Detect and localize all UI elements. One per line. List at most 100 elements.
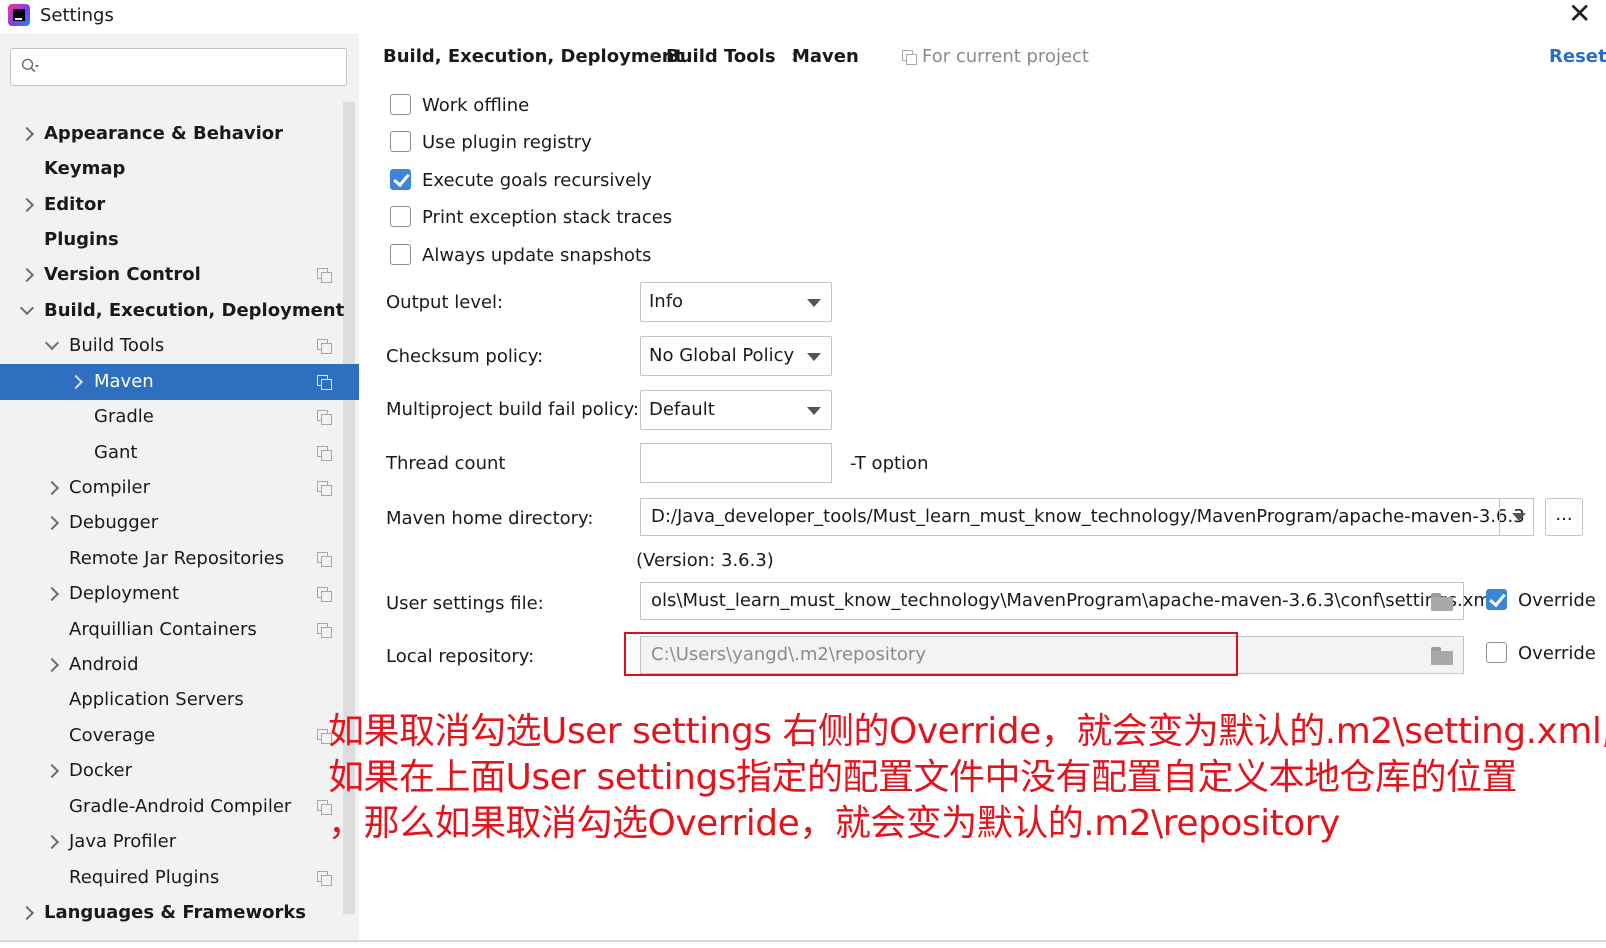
input-value: ols\Must_learn_must_know_technology\Mave… [651,590,1496,611]
chevron-right-icon[interactable] [20,895,34,931]
sidebar-item-label: Deployment [69,583,180,604]
chevron-right-icon[interactable] [20,257,34,293]
sidebar-item-arquillian-containers[interactable]: Arquillian Containers [0,612,359,648]
sidebar-item-gant[interactable]: Gant [0,435,359,471]
checksum-policy-label: Checksum policy: [386,346,544,367]
sidebar-item-languages-frameworks[interactable]: Languages & Frameworks [0,895,359,931]
chevron-down-icon[interactable] [20,293,34,329]
sidebar-item-java-profiler[interactable]: Java Profiler [0,824,359,860]
dropdown-arrow-icon[interactable] [1512,513,1526,521]
sidebar-item-gradle-android-compiler[interactable]: Gradle-Android Compiler [0,789,359,825]
sidebar-item-gradle[interactable]: Gradle [0,399,359,435]
sidebar-item-plugins[interactable]: Plugins [0,222,359,258]
annotation-line-1: 如果取消勾选User settings 右侧的Override，就会变为默认的.… [328,711,1606,752]
user-settings-input[interactable]: ols\Must_learn_must_know_technology\Mave… [640,582,1496,620]
sidebar-item-label: Java Profiler [69,831,177,852]
chevron-right-icon[interactable] [45,824,59,860]
checkbox-box[interactable] [390,131,411,152]
sidebar-item-required-plugins[interactable]: Required Plugins [0,860,359,896]
checkbox-box[interactable] [390,206,411,227]
maven-home-combo[interactable]: D:/Java_developer_tools/Must_learn_must_… [640,498,1534,536]
chevron-right-icon[interactable] [20,187,34,223]
project-scope-icon [317,410,332,425]
search-input[interactable] [10,48,347,86]
breadcrumb-item[interactable]: Build, Execution, Deployment [383,46,683,67]
chevron-right-icon[interactable] [45,505,59,541]
dropdown-arrow-icon [807,407,821,415]
checkbox-box[interactable] [390,244,411,265]
chevron-right-icon[interactable] [45,576,59,612]
sidebar-item-build-tools[interactable]: Build Tools [0,328,359,364]
reset-link[interactable]: Reset [1549,46,1606,67]
sidebar-item-application-servers[interactable]: Application Servers [0,682,359,718]
sidebar-item-editor[interactable]: Editor [0,187,359,223]
sidebar-item-appearance-behavior[interactable]: Appearance & Behavior [0,116,359,152]
title-bar: Settings ✕ [0,0,1606,32]
sidebar-item-label: Version Control [44,264,201,285]
project-scope-icon [317,481,332,496]
checkbox-box[interactable] [1486,589,1507,610]
browse-maven-home-button[interactable]: ... [1545,498,1583,536]
sidebar-item-label: Languages & Frameworks [44,902,307,923]
sidebar-item-debugger[interactable]: Debugger [0,505,359,541]
output-level-select[interactable]: Info [640,282,832,322]
combo-divider [1499,499,1500,535]
checkbox-box[interactable] [1486,642,1507,663]
chevron-down-icon[interactable] [45,328,59,364]
project-scope-icon [317,339,332,354]
user-settings-label: User settings file: [386,593,544,614]
dropdown-arrow-icon [807,299,821,307]
chevron-right-icon[interactable] [69,364,83,400]
breadcrumb-separator: › [649,46,657,67]
sidebar-item-compiler[interactable]: Compiler [0,470,359,506]
folder-icon[interactable] [1431,647,1455,665]
annotation-line-2: 如果在上面User settings指定的配置文件中没有配置自定义本地仓库的位置 [328,757,1518,798]
settings-sidebar: Appearance & Behavior Keymap Editor Plug… [0,34,359,940]
fail-policy-select[interactable]: Default [640,390,832,430]
project-scope-icon [902,50,917,65]
project-scope-icon [317,587,332,602]
checkbox-box[interactable] [390,94,411,115]
sidebar-item-label: Maven [94,371,154,392]
checkbox-label: Work offline [422,95,530,116]
chevron-right-icon[interactable] [45,753,59,789]
sidebar-item-keymap[interactable]: Keymap [0,151,359,187]
checkbox-label: Always update snapshots [422,245,652,266]
maven-version-label: (Version: 3.6.3) [636,550,774,571]
checkbox-label: Use plugin registry [422,132,592,153]
dropdown-arrow-icon [807,353,821,361]
search-icon [21,58,39,73]
sidebar-item-label: Appearance & Behavior [44,123,284,144]
checkbox-box[interactable] [390,169,411,190]
sidebar-item-android[interactable]: Android [0,647,359,683]
sidebar-item-remote-jar-repositories[interactable]: Remote Jar Repositories [0,541,359,577]
sidebar-item-docker[interactable]: Docker [0,753,359,789]
project-scope-icon [317,552,332,567]
sidebar-item-coverage[interactable]: Coverage [0,718,359,754]
sidebar-item-maven[interactable]: Maven [0,364,359,400]
output-level-label: Output level: [386,292,504,313]
sidebar-item-label: Debugger [69,512,159,533]
checkbox-label: Execute goals recursively [422,170,652,191]
sidebar-item-deployment[interactable]: Deployment [0,576,359,612]
sidebar-item-label: Gradle-Android Compiler [69,796,292,817]
sidebar-item-build-execution-deployment[interactable]: Build, Execution, Deployment [0,293,359,329]
breadcrumb-item[interactable]: Build Tools [666,46,776,67]
sidebar-item-label: Plugins [44,229,119,250]
input-value: D:/Java_developer_tools/Must_learn_must_… [651,506,1525,527]
project-scope-icon [317,871,332,886]
sidebar-item-label: Build Tools [69,335,165,356]
chevron-right-icon[interactable] [45,470,59,506]
sidebar-item-label: Gradle [94,406,154,427]
thread-count-input[interactable] [640,443,832,483]
sidebar-item-label: Coverage [69,725,156,746]
chevron-right-icon[interactable] [45,647,59,683]
select-value: Info [649,291,684,312]
checksum-policy-select[interactable]: No Global Policy [640,336,832,376]
folder-icon[interactable] [1431,593,1455,611]
intellij-logo-icon [8,4,30,26]
close-icon[interactable]: ✕ [1568,0,1591,28]
sidebar-item-version-control[interactable]: Version Control [0,257,359,293]
chevron-right-icon[interactable] [20,116,34,152]
sidebar-item-label: Required Plugins [69,867,220,888]
